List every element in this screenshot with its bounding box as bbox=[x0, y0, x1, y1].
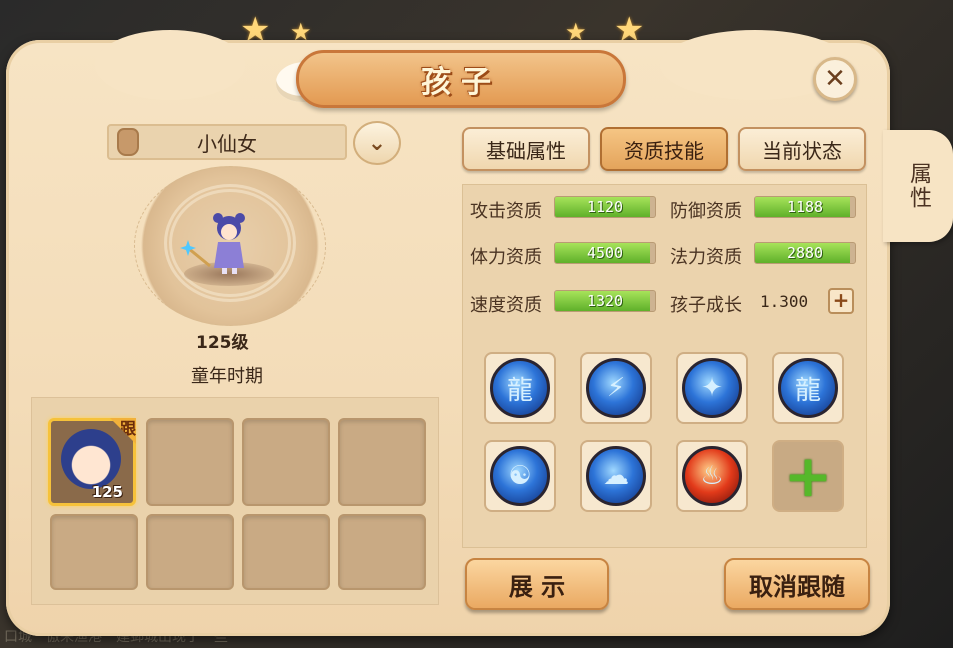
tab-label: 基础属性 bbox=[486, 138, 566, 163]
tab-label: 当前状态 bbox=[762, 138, 842, 163]
child-slot-empty[interactable] bbox=[338, 514, 426, 590]
growth-plus-button[interactable]: + bbox=[828, 288, 854, 314]
child-name: 小仙女 bbox=[197, 131, 257, 156]
speed-aptitude-value: 1320 bbox=[586, 292, 624, 310]
stamina-aptitude-bar: 4500 bbox=[554, 242, 656, 264]
growth-label: 孩子成长 bbox=[670, 295, 742, 316]
cloud-icon: ☁ bbox=[586, 446, 646, 506]
dragon-head-icon: ☯ bbox=[490, 446, 550, 506]
child-slot-empty[interactable] bbox=[242, 418, 330, 506]
child-slot-empty[interactable] bbox=[242, 514, 330, 590]
child-name-selector[interactable]: 小仙女 bbox=[107, 124, 347, 160]
tab-basic-attributes[interactable]: 基础属性 bbox=[462, 127, 590, 171]
child-slot-empty[interactable] bbox=[50, 514, 138, 590]
cancel-follow-button[interactable]: 取消跟随 bbox=[724, 558, 870, 610]
stamina-aptitude-label: 体力资质 bbox=[470, 247, 542, 268]
skill-slot[interactable]: ⚡ bbox=[580, 352, 652, 424]
milk-bottle-icon bbox=[117, 128, 139, 156]
close-icon: ✕ bbox=[824, 64, 846, 94]
stamina-aptitude-value: 4500 bbox=[586, 244, 624, 262]
tab-current-status[interactable]: 当前状态 bbox=[738, 127, 866, 171]
plus-icon: + bbox=[832, 288, 850, 312]
attack-aptitude-bar: 1120 bbox=[554, 196, 656, 218]
child-dropdown-button[interactable]: ⌄ bbox=[353, 121, 401, 165]
red-fiend-icon: ♨ bbox=[682, 446, 742, 506]
speed-aptitude-bar: 1320 bbox=[554, 290, 656, 312]
add-icon: + bbox=[774, 442, 842, 510]
child-slot-empty[interactable] bbox=[146, 514, 234, 590]
title-banner: 孩子 bbox=[296, 50, 626, 108]
attack-aptitude-label: 攻击资质 bbox=[470, 201, 542, 222]
child-slot-selected[interactable]: 跟 125 bbox=[48, 418, 136, 506]
show-button[interactable]: 展 示 bbox=[465, 558, 609, 610]
skill-slot[interactable]: ♨ bbox=[676, 440, 748, 512]
add-skill-slot[interactable]: + bbox=[772, 440, 844, 512]
growth-value: 1.300 bbox=[760, 292, 809, 311]
tab-label: 资质技能 bbox=[624, 138, 704, 163]
child-portrait bbox=[61, 429, 121, 489]
wand-icon bbox=[180, 240, 211, 268]
close-button[interactable]: ✕ bbox=[813, 57, 857, 101]
speed-aptitude-label: 速度资质 bbox=[470, 295, 542, 316]
lightning-claw-icon: ⚡ bbox=[586, 358, 646, 418]
child-period: 童年时期 bbox=[191, 366, 263, 387]
defense-aptitude-value: 1188 bbox=[786, 198, 824, 216]
skill-slot[interactable]: ✦ bbox=[676, 352, 748, 424]
slot-level: 125 bbox=[91, 483, 123, 501]
child-slot-empty[interactable] bbox=[146, 418, 234, 506]
cloud-decoration bbox=[95, 30, 245, 100]
page-title: 孩子 bbox=[421, 65, 501, 100]
side-tab-attributes[interactable]: 属性 bbox=[883, 130, 953, 242]
skill-slot[interactable]: ☯ bbox=[484, 440, 556, 512]
blue-dragon-icon: 龍 bbox=[490, 358, 550, 418]
show-button-label: 展 示 bbox=[508, 572, 566, 601]
cancel-follow-button-label: 取消跟随 bbox=[749, 572, 845, 601]
mana-aptitude-bar: 2880 bbox=[754, 242, 856, 264]
chevron-down-icon: ⌄ bbox=[367, 130, 387, 156]
defense-aptitude-bar: 1188 bbox=[754, 196, 856, 218]
attack-aptitude-value: 1120 bbox=[586, 198, 624, 216]
water-warrior-icon: ✦ bbox=[682, 358, 742, 418]
mana-aptitude-label: 法力资质 bbox=[670, 247, 742, 268]
skill-slot[interactable]: 龍 bbox=[484, 352, 556, 424]
child-level: 125级 bbox=[196, 333, 249, 353]
child-slot-empty[interactable] bbox=[338, 418, 426, 506]
defense-aptitude-label: 防御资质 bbox=[670, 201, 742, 222]
skill-slot[interactable]: 龍 bbox=[772, 352, 844, 424]
side-tab-label: 属性 bbox=[906, 162, 931, 210]
skill-slot[interactable]: ☁ bbox=[580, 440, 652, 512]
tab-aptitude-skills[interactable]: 资质技能 bbox=[600, 127, 728, 171]
mana-aptitude-value: 2880 bbox=[786, 244, 824, 262]
white-dragon-icon: 龍 bbox=[778, 358, 838, 418]
